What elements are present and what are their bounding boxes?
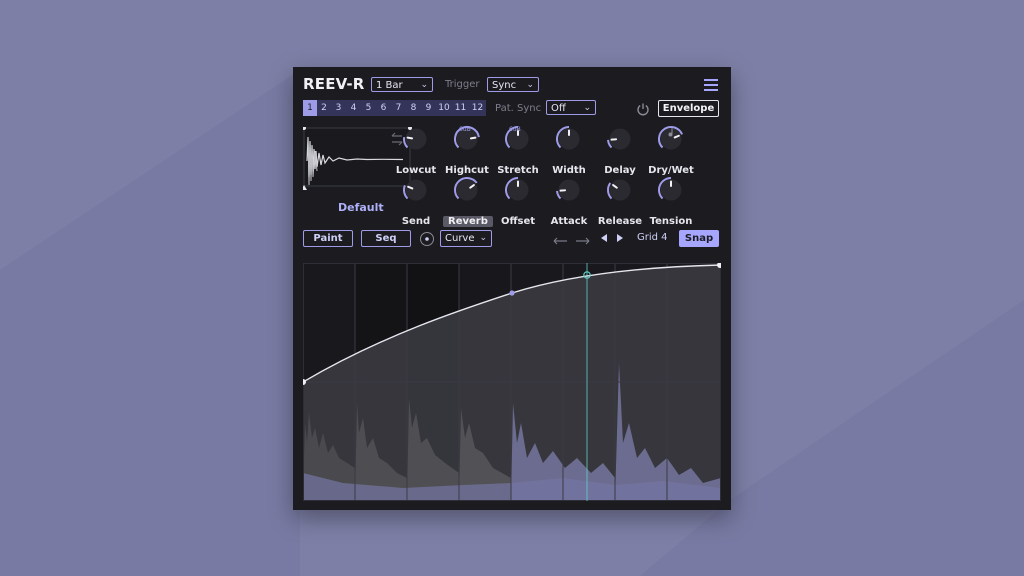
knob-attack[interactable]: Attack: [545, 175, 593, 228]
pattern-button-1[interactable]: 1: [303, 100, 317, 116]
paint-button[interactable]: Paint: [303, 230, 353, 247]
length-select-value: 1 Bar: [376, 80, 403, 91]
redo-icon[interactable]: [574, 233, 592, 245]
undo-icon[interactable]: [551, 233, 569, 245]
pattern-button-6[interactable]: 6: [376, 100, 391, 116]
chevron-down-icon: ⌄: [479, 233, 487, 243]
next-icon[interactable]: [615, 233, 625, 243]
reverb-label: Reverb: [443, 216, 493, 227]
pattern-sync-value: Off: [551, 103, 566, 114]
previous-icon[interactable]: [599, 233, 609, 243]
trigger-select-value: Sync: [492, 80, 517, 91]
curve-select-value: Curve: [445, 233, 475, 244]
tension-dial[interactable]: [656, 175, 686, 205]
curve-select[interactable]: Curve ⌄: [440, 230, 492, 247]
lowcut-dial[interactable]: [401, 124, 431, 154]
length-select[interactable]: 1 Bar ⌄: [371, 77, 433, 92]
power-icon[interactable]: [636, 102, 650, 116]
plugin-window: REEV-R 1 Bar ⌄ Trigger Sync ⌄ 1234567891…: [293, 67, 731, 510]
pattern-button-5[interactable]: 5: [361, 100, 376, 116]
knob-width[interactable]: Width: [545, 124, 593, 177]
grid-label[interactable]: Grid 4: [637, 232, 668, 243]
send-dial[interactable]: [401, 175, 431, 205]
chevron-down-icon: ⌄: [526, 80, 534, 90]
delay-dial[interactable]: [605, 124, 635, 154]
attack-label: Attack: [550, 216, 588, 227]
offset-label: Offset: [500, 216, 536, 227]
trigger-select[interactable]: Sync ⌄: [487, 77, 539, 92]
menu-icon[interactable]: [703, 78, 719, 92]
preset-name: Default: [338, 201, 384, 214]
release-dial[interactable]: [605, 175, 635, 205]
knob-reverb[interactable]: Reverb: [443, 175, 493, 228]
chevron-down-icon: ⌄: [420, 80, 428, 90]
knob-release[interactable]: Release: [596, 175, 644, 228]
knob-send[interactable]: Send: [392, 175, 440, 228]
note-icon[interactable]: [667, 127, 675, 137]
knob-tension[interactable]: Tension: [647, 175, 695, 228]
offset-dial[interactable]: [503, 175, 533, 205]
pattern-button-8[interactable]: 8: [406, 100, 421, 116]
send-label: Send: [401, 216, 431, 227]
knob-delay[interactable]: Delay: [596, 124, 644, 177]
record-icon[interactable]: [419, 231, 435, 247]
knob-offset[interactable]: Offset: [494, 175, 542, 228]
pattern-sync-select[interactable]: Off ⌄: [546, 100, 596, 115]
chevron-down-icon: ⌄: [583, 103, 591, 113]
release-label: Release: [597, 216, 643, 227]
pattern-button-10[interactable]: 10: [436, 100, 452, 116]
pattern-selector: 1 2 3 4 5 6 7 8 9 10 11 12: [303, 100, 486, 116]
trigger-label: Trigger: [445, 79, 480, 90]
envelope-editor[interactable]: [303, 263, 721, 501]
envelope-tension-handle[interactable]: [509, 290, 515, 296]
seq-button[interactable]: Seq: [361, 230, 411, 247]
plugin-title: REEV-R: [303, 75, 365, 93]
pattern-button-4[interactable]: 4: [346, 100, 361, 116]
pattern-button-9[interactable]: 9: [421, 100, 436, 116]
pattern-button-3[interactable]: 3: [331, 100, 346, 116]
pattern-button-2[interactable]: 2: [317, 100, 331, 116]
pattern-button-7[interactable]: 7: [391, 100, 406, 116]
pattern-button-11[interactable]: 11: [452, 100, 469, 116]
knob-lowcut[interactable]: Lowcut: [392, 124, 440, 177]
reverb-dial[interactable]: [452, 175, 482, 205]
pattern-sync-label: Pat. Sync: [495, 103, 542, 114]
envelope-button[interactable]: Envelope: [658, 100, 719, 117]
snap-button[interactable]: Snap: [679, 230, 719, 247]
width-dial[interactable]: [554, 124, 584, 154]
pattern-button-12[interactable]: 12: [469, 100, 486, 116]
tension-label: Tension: [649, 216, 693, 227]
attack-dial[interactable]: [554, 175, 584, 205]
lowcut-db-label: 6dB: [459, 126, 471, 133]
highcut-db-label: 6dB: [509, 126, 521, 133]
